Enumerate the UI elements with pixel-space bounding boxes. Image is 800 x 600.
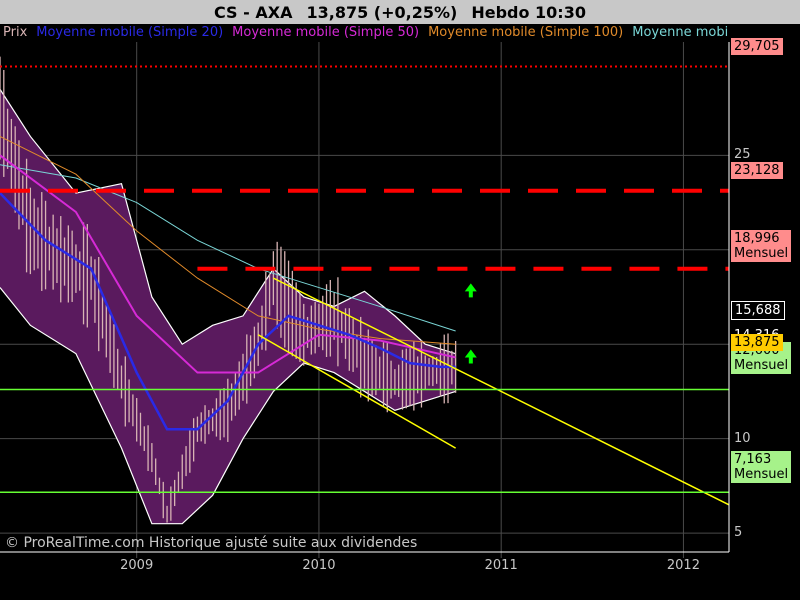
x-tick-label: 2011 — [484, 558, 518, 573]
ma-value-label: 15,688 — [731, 301, 785, 320]
bollinger-band-fill — [0, 89, 456, 524]
y-tick-label: 5 — [734, 525, 743, 541]
price-chart[interactable] — [0, 0, 800, 600]
y-tick-label: 25 — [734, 147, 751, 163]
y-tick-label: 10 — [734, 430, 751, 446]
current-price-label: 13,875 — [731, 334, 783, 351]
resistance-2-label: 18,996 Mensuel — [731, 230, 792, 262]
resistance-1-label: 23,128 — [731, 162, 783, 179]
x-tick-label: 2009 — [120, 558, 154, 573]
max-level-label: 29,705 — [731, 38, 783, 55]
x-tick-label: 2012 — [666, 558, 700, 573]
support-2-label: 7,163 Mensuel — [731, 451, 792, 483]
x-tick-label: 2010 — [302, 558, 336, 573]
up-arrow-icon — [464, 349, 477, 364]
up-arrow-icon — [464, 283, 477, 298]
copyright-note: © ProRealTime.com Historique ajusté suit… — [5, 535, 418, 551]
